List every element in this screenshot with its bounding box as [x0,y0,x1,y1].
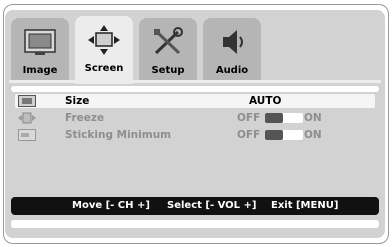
menu-item-freeze[interactable]: Freeze OFF ON [15,111,375,125]
tab-screen-label: Screen [84,63,124,74]
sticking-minimum-toggle-knob[interactable] [265,130,283,140]
divider-strip [11,86,379,92]
menu-item-size-value[interactable]: AUTO [249,94,281,108]
speaker-icon [223,30,243,54]
hint-move: Move [- CH +] [72,200,150,211]
freeze-icon [18,112,36,124]
menu-item-size-label: Size [65,95,90,107]
sticking-minimum-icon [18,129,36,141]
tools-icon [154,27,183,55]
aspect-size-icon [18,95,36,107]
monitor-icon [24,29,56,55]
tab-screen[interactable]: Screen [75,16,133,84]
menu-item-sticking-minimum[interactable]: Sticking Minimum OFF ON [15,128,375,142]
freeze-on-label: ON [304,112,322,124]
osd-menu-panel: Image Screen Setup Audio Size AUTO Freez… [5,10,385,238]
hint-select: Select [- VOL +] [167,200,257,211]
tab-bar-underline [9,80,381,83]
menu-item-sticking-minimum-label: Sticking Minimum [65,129,172,141]
menu-item-freeze-label: Freeze [65,112,105,124]
menu-item-size[interactable]: Size AUTO [15,94,375,108]
tab-audio-label: Audio [215,65,249,76]
tab-setup[interactable]: Setup [139,18,197,82]
hint-exit: Exit [MENU] [271,200,339,211]
tab-audio[interactable]: Audio [203,18,261,82]
freeze-toggle-knob[interactable] [265,113,283,123]
tab-setup-label: Setup [151,65,185,76]
sticking-minimum-on-label: ON [304,129,322,141]
tab-image[interactable]: Image [11,18,69,82]
freeze-off-label: OFF [237,112,261,124]
control-hints-bar: Move [- CH +] Select [- VOL +] Exit [MEN… [11,197,379,215]
sticking-minimum-off-label: OFF [237,129,261,141]
bottom-strip [11,220,379,228]
tab-image-label: Image [22,65,58,76]
move-arrows-icon [88,25,120,55]
